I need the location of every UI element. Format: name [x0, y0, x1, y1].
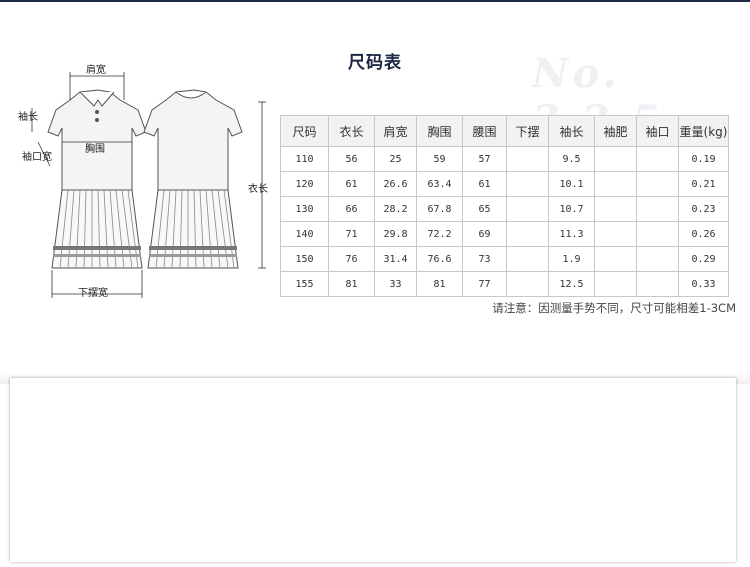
table-cell: 12.5: [548, 271, 595, 297]
table-cell: [506, 271, 549, 297]
table-cell: 76: [328, 246, 375, 272]
table-cell: [636, 171, 679, 197]
table-cell: 63.4: [416, 171, 463, 197]
table-cell: [594, 146, 637, 172]
table-header-row: 尺码 衣长 肩宽 胸围 腰围 下摆 袖长 袖肥 袖口 重量(kg): [280, 115, 729, 147]
table-cell: [636, 246, 679, 272]
table-cell: 29.8: [374, 221, 417, 247]
dress-diagram: 肩宽 胸围 袖长 袖口宽 衣长 下摆宽: [18, 63, 268, 299]
table-cell: [594, 271, 637, 297]
table-cell: 10.7: [548, 196, 595, 222]
table-cell: 110: [280, 146, 329, 172]
table-row: 150 76 31.4 76.6 73 1.9 0.29: [280, 246, 729, 272]
table-cell: 76.6: [416, 246, 463, 272]
table-cell: 33: [374, 271, 417, 297]
table-cell: 0.19: [678, 146, 729, 172]
sleeve-length-label: 袖长: [18, 110, 38, 123]
table-row: 110 56 25 59 57 9.5 0.19: [280, 146, 729, 172]
table-cell: 71: [328, 221, 375, 247]
shoulder-width-label: 肩宽: [86, 63, 106, 76]
table-cell: [506, 171, 549, 197]
table-row: 155 81 33 81 77 12.5 0.33: [280, 271, 729, 297]
table-cell: [636, 221, 679, 247]
table-cell: 0.26: [678, 221, 729, 247]
table-cell: [594, 171, 637, 197]
table-cell: 11.3: [548, 221, 595, 247]
table-cell: 0.29: [678, 246, 729, 272]
back-dress-drawing: [143, 89, 243, 269]
table-cell: 0.33: [678, 271, 729, 297]
table-cell: [594, 246, 637, 272]
table-cell: 73: [462, 246, 507, 272]
table-cell: 67.8: [416, 196, 463, 222]
table-cell: 0.23: [678, 196, 729, 222]
table-cell: 65: [462, 196, 507, 222]
table-cell: 1.9: [548, 246, 595, 272]
table-row: 130 66 28.2 67.8 65 10.7 0.23: [280, 196, 729, 222]
table-row: 140 71 29.8 72.2 69 11.3 0.26: [280, 221, 729, 247]
table-cell: 26.6: [374, 171, 417, 197]
table-cell: 0.21: [678, 171, 729, 197]
table-cell: 150: [280, 246, 329, 272]
top-rule: [0, 0, 750, 2]
table-cell: 155: [280, 271, 329, 297]
table-cell: 77: [462, 271, 507, 297]
table-cell: [506, 146, 549, 172]
header-cell: 袖口: [636, 115, 679, 147]
length-label: 衣长: [248, 182, 268, 195]
header-cell: 腰围: [462, 115, 507, 147]
table-cell: [636, 196, 679, 222]
header-cell: 袖肥: [594, 115, 637, 147]
front-dress-drawing: [47, 89, 147, 269]
table-cell: 81: [328, 271, 375, 297]
table-cell: 130: [280, 196, 329, 222]
header-cell: 肩宽: [374, 115, 417, 147]
table-cell: 31.4: [374, 246, 417, 272]
header-cell: 袖长: [548, 115, 595, 147]
table-cell: [506, 196, 549, 222]
table-cell: [594, 221, 637, 247]
table-cell: [594, 196, 637, 222]
table-cell: 66: [328, 196, 375, 222]
table-cell: [636, 271, 679, 297]
table-cell: 57: [462, 146, 507, 172]
header-cell: 胸围: [416, 115, 463, 147]
cuff-width-label: 袖口宽: [22, 150, 52, 163]
header-cell: 下摆: [506, 115, 549, 147]
table-cell: [506, 246, 549, 272]
table-cell: 9.5: [548, 146, 595, 172]
table-cell: 10.1: [548, 171, 595, 197]
table-cell: [636, 146, 679, 172]
table-cell: 81: [416, 271, 463, 297]
table-cell: [506, 221, 549, 247]
header-cell: 衣长: [328, 115, 375, 147]
header-cell: 重量(kg): [678, 115, 729, 147]
table-cell: 25: [374, 146, 417, 172]
hem-width-label: 下摆宽: [78, 286, 108, 299]
table-cell: 120: [280, 171, 329, 197]
table-cell: 72.2: [416, 221, 463, 247]
table-cell: 56: [328, 146, 375, 172]
table-cell: 61: [328, 171, 375, 197]
measurement-note: 请注意：因测量手势不同，尺寸可能相差1-3CM: [492, 301, 736, 315]
content-panel: [10, 378, 736, 562]
header-cell: 尺码: [280, 115, 329, 147]
chest-label: 胸围: [85, 142, 105, 155]
table-row: 120 61 26.6 63.4 61 10.1 0.21: [280, 171, 729, 197]
table-cell: 69: [462, 221, 507, 247]
size-table: 尺码 衣长 肩宽 胸围 腰围 下摆 袖长 袖肥 袖口 重量(kg) 110 56 2…: [280, 115, 729, 297]
table-cell: 61: [462, 171, 507, 197]
table-cell: 28.2: [374, 196, 417, 222]
table-cell: 59: [416, 146, 463, 172]
table-cell: 140: [280, 221, 329, 247]
